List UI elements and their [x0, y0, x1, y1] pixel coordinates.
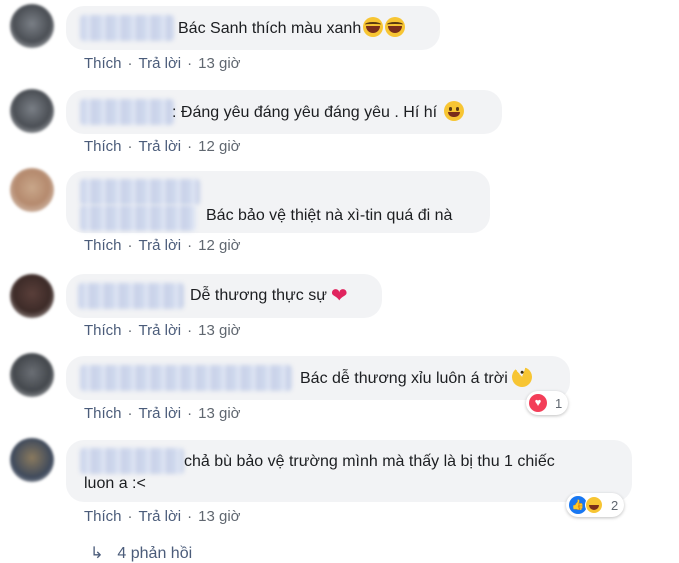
view-replies-link[interactable]: ↳ 4 phản hồi	[90, 543, 192, 563]
love-reaction-icon: ♥	[529, 394, 547, 412]
comment-text: : Đáng yêu đáng yêu đáng yêu . Hí hí	[172, 104, 438, 121]
like-link[interactable]: Thích	[84, 322, 122, 339]
reply-link[interactable]: Trả lời	[139, 55, 182, 72]
pacman-emoji-icon	[508, 364, 535, 390]
author-name-blurred[interactable]	[80, 15, 174, 41]
reply-link[interactable]: Trả lời	[139, 405, 182, 422]
reaction-summary[interactable]: ♥ 1	[526, 391, 569, 415]
like-link[interactable]: Thích	[84, 138, 122, 155]
reaction-count: 2	[611, 497, 619, 513]
author-name-blurred[interactable]	[80, 179, 200, 205]
reaction-summary[interactable]: 👍 2	[566, 493, 625, 517]
timestamp[interactable]: 13 giờ	[198, 322, 240, 339]
timestamp[interactable]: 12 giờ	[198, 237, 240, 254]
like-link[interactable]: Thích	[84, 508, 122, 525]
comment-actions: Thích · Trả lời · 13 giờ	[84, 322, 241, 339]
timestamp[interactable]: 13 giờ	[198, 508, 240, 525]
author-name-blurred[interactable]	[78, 283, 184, 309]
comment-actions: Thích · Trả lời · 12 giờ	[84, 237, 241, 254]
comment-bubble: : Đáng yêu đáng yêu đáng yêu . Hí hí	[66, 90, 502, 134]
comment-bubble: Bác bảo vệ thiệt nà xì-tin quá đi nà	[66, 171, 490, 233]
comment-actions: Thích · Trả lời · 13 giờ	[84, 508, 241, 525]
like-link[interactable]: Thích	[84, 237, 122, 254]
reply-link[interactable]: Trả lời	[139, 508, 182, 525]
haha-reaction-icon	[585, 496, 603, 514]
comment-text: Bác bảo vệ thiệt nà xì-tin quá đi nà	[206, 207, 453, 224]
timestamp[interactable]: 13 giờ	[198, 405, 240, 422]
avatar[interactable]	[10, 353, 54, 397]
reply-link[interactable]: Trả lời	[139, 322, 182, 339]
avatar[interactable]	[10, 89, 54, 133]
avatar[interactable]	[10, 274, 54, 318]
comment-bubble: Bác dễ thương xỉu luôn á trời	[66, 356, 570, 400]
comment-bubble: chả bù bảo vệ trường mình mà thấy là bị …	[66, 440, 632, 502]
comment-text-line-1: chả bù bảo vệ trường mình mà thấy là bị …	[184, 453, 555, 470]
laughing-emoji-icon	[363, 17, 384, 37]
comment-text-line-2: luon a :<	[84, 475, 146, 492]
comment-actions: Thích · Trả lời · 13 giờ	[84, 405, 241, 422]
smiling-emoji-icon	[443, 101, 464, 121]
like-link[interactable]: Thích	[84, 405, 122, 422]
reply-link[interactable]: Trả lời	[139, 138, 182, 155]
author-name-blurred[interactable]	[80, 365, 292, 391]
comment-text: Bác Sanh thích màu xanh	[178, 20, 362, 37]
author-name-blurred[interactable]	[80, 448, 184, 474]
comment-bubble: Dễ thương thực sự ❤	[66, 274, 382, 318]
laughing-emoji-icon	[385, 17, 406, 37]
comment-bubble: Bác Sanh thích màu xanh	[66, 6, 440, 50]
heart-icon: ❤	[330, 285, 348, 307]
timestamp[interactable]: 13 giờ	[198, 55, 240, 72]
view-replies-label: 4 phản hồi	[117, 545, 193, 562]
avatar[interactable]	[10, 4, 54, 48]
comment-text: Bác dễ thương xỉu luôn á trời	[300, 370, 508, 387]
timestamp[interactable]: 12 giờ	[198, 138, 240, 155]
reply-link[interactable]: Trả lời	[139, 237, 182, 254]
like-link[interactable]: Thích	[84, 55, 122, 72]
reaction-count: 1	[555, 395, 563, 411]
avatar[interactable]	[10, 438, 54, 482]
reply-arrow-icon: ↳	[90, 545, 104, 562]
author-name-blurred[interactable]	[80, 99, 174, 125]
avatar[interactable]	[10, 168, 54, 212]
comment-actions: Thích · Trả lời · 12 giờ	[84, 138, 241, 155]
comment-actions: Thích · Trả lời · 13 giờ	[84, 55, 241, 72]
comment-text: Dễ thương thực sự	[190, 287, 327, 304]
